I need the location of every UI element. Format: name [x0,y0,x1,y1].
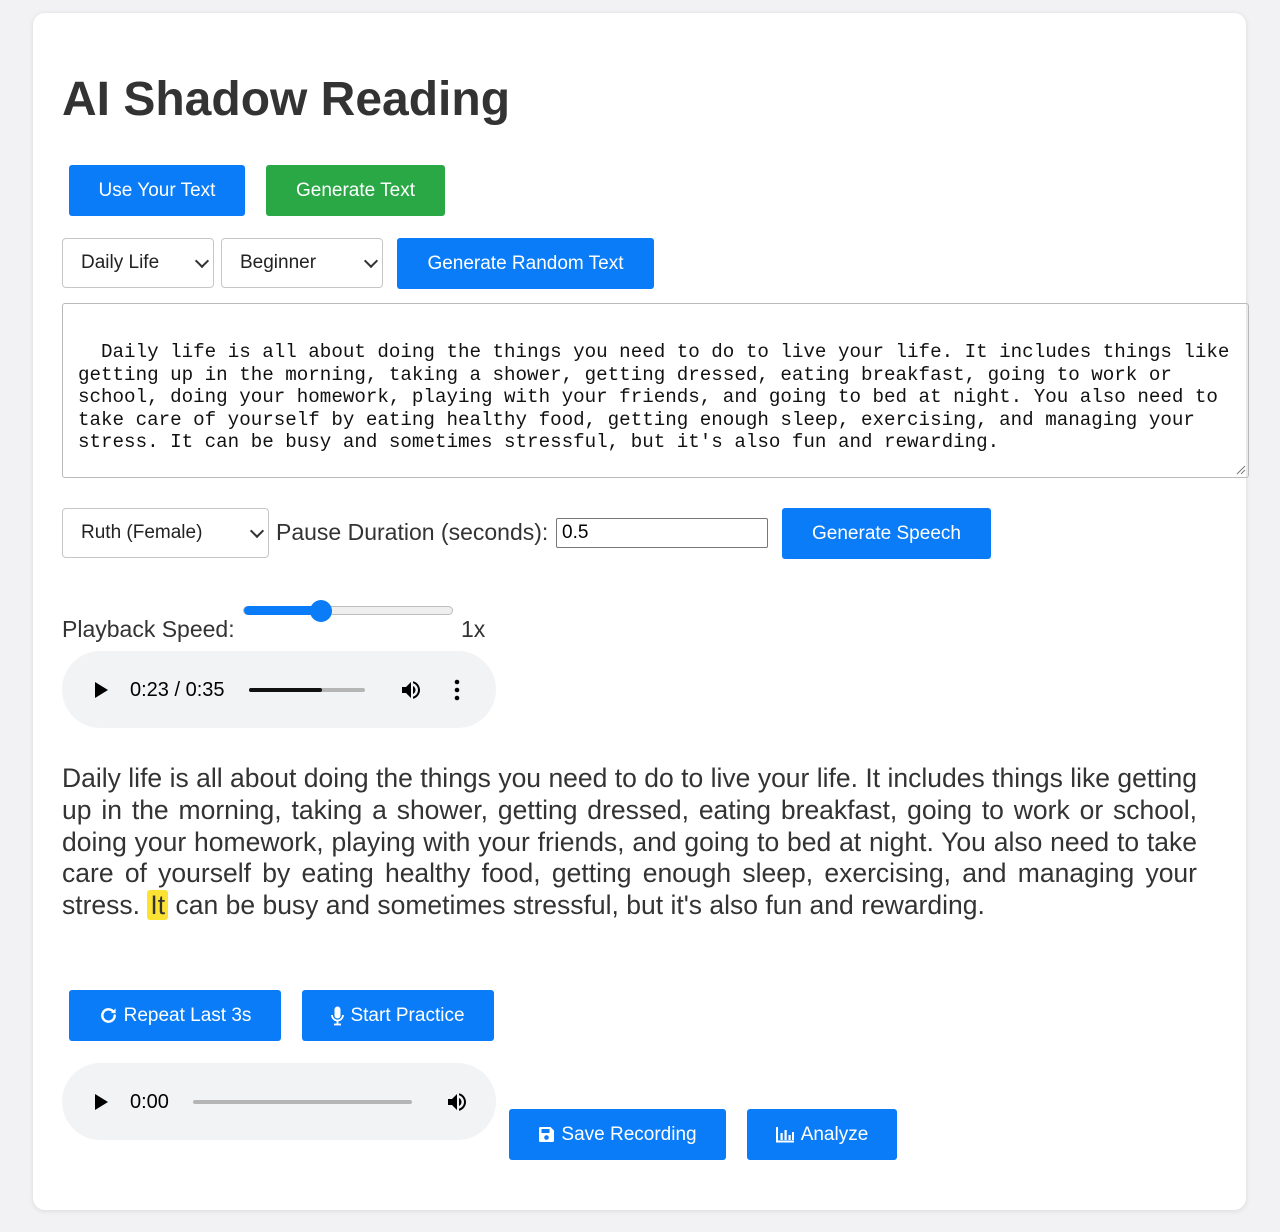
level-select-value: Beginner [240,252,317,273]
topic-select[interactable]: Daily Life [62,238,214,288]
generate-random-text-button[interactable]: Generate Random Text [397,238,654,289]
recording-player[interactable]: 0:00 [62,1063,496,1140]
page-title: AI Shadow Reading [62,73,511,126]
save-icon [539,1127,555,1142]
pause-duration-input[interactable]: 0.5 [556,518,768,548]
highlighted-word: It [147,890,169,921]
chevron-down-icon [363,253,379,269]
pause-duration-label: Pause Duration (seconds): [276,519,549,545]
chevron-down-icon [249,523,265,539]
recording-time: 0:00 [130,1091,169,1113]
analyze-label: Analyze [800,1123,869,1145]
play-icon[interactable] [95,682,108,698]
more-options-icon[interactable] [447,679,467,701]
audio-time: 0:23 / 0:35 [130,679,225,701]
text-input-content: Daily life is all about doing the things… [78,341,1241,454]
text-input-area[interactable]: Daily life is all about doing the things… [62,303,1249,478]
repeat-last-3s-button[interactable]: Repeat Last 3s [69,990,281,1041]
recording-progress-bar[interactable] [193,1100,412,1104]
audio-progress-bar[interactable] [249,688,365,692]
voice-select-value: Ruth (Female) [81,522,203,543]
volume-icon[interactable] [445,1090,469,1114]
save-recording-label: Save Recording [561,1123,697,1145]
voice-select[interactable]: Ruth (Female) [62,508,269,558]
generate-text-button[interactable]: Generate Text [266,165,445,216]
start-practice-button[interactable]: Start Practice [302,990,494,1041]
playback-speed-slider[interactable] [243,600,453,622]
reading-text-after: can be busy and sometimes stressful, but… [175,890,985,921]
slider-thumb[interactable] [309,600,332,622]
play-icon[interactable] [95,1094,108,1110]
start-practice-label: Start Practice [350,1004,465,1026]
repeat-label: Repeat Last 3s [123,1004,252,1026]
bar-chart-icon [775,1127,794,1143]
redo-icon [100,1008,116,1023]
chevron-down-icon [194,253,210,269]
resize-handle-icon[interactable] [1236,465,1246,475]
volume-icon[interactable] [399,678,423,702]
reading-passage: Daily life is all about doing the things… [62,763,1197,922]
microphone-icon [331,1006,345,1025]
playback-speed-value: 1x [461,616,486,642]
topic-select-value: Daily Life [81,252,160,273]
save-recording-button[interactable]: Save Recording [509,1109,726,1160]
playback-speed-label: Playback Speed: [62,616,235,642]
generate-speech-button[interactable]: Generate Speech [782,508,991,559]
audio-player[interactable]: 0:23 / 0:35 [62,651,496,728]
pause-duration-value: 0.5 [562,522,589,543]
analyze-button[interactable]: Analyze [747,1109,897,1160]
level-select[interactable]: Beginner [221,238,383,288]
use-your-text-button[interactable]: Use Your Text [69,165,245,216]
audio-progress-fill [249,688,323,692]
